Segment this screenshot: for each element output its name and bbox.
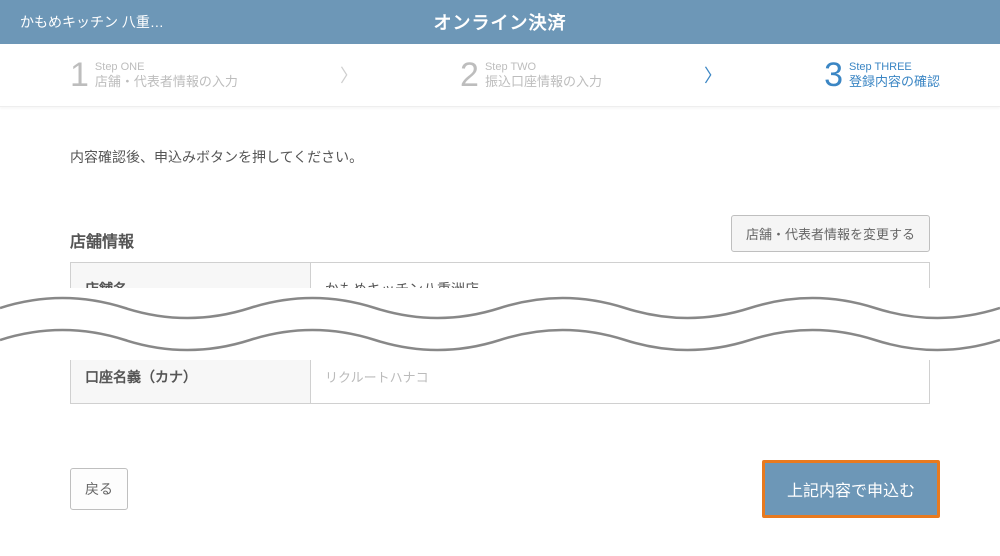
header-title: オンライン決済 [434, 9, 567, 35]
section-store-title: 店舗情報 [70, 228, 134, 252]
chevron-right-icon: 〉 [704, 62, 722, 88]
step-2-small: Step TWO [485, 61, 602, 74]
step-3: 3 Step THREE 登録内容の確認 [824, 58, 940, 92]
instruction-text: 内容確認後、申込みボタンを押してください。 [70, 147, 930, 167]
step-2-label: 振込口座情報の入力 [485, 74, 602, 90]
edit-store-info-button[interactable]: 店舗・代表者情報を変更する [731, 215, 930, 252]
step-3-label: 登録内容の確認 [849, 74, 940, 90]
chevron-right-icon: 〉 [340, 62, 358, 88]
step-1-label: 店舗・代表者情報の入力 [95, 74, 238, 90]
step-3-small: Step THREE [849, 61, 940, 74]
step-2: 2 Step TWO 振込口座情報の入力 [460, 58, 602, 92]
back-button[interactable]: 戻る [70, 468, 128, 510]
step-3-number: 3 [824, 58, 843, 92]
truncation-indicator [0, 288, 1000, 360]
header-shop-name: かもめキッチン 八重… [20, 12, 164, 32]
submit-button[interactable]: 上記内容で申込む [762, 460, 940, 518]
step-1: 1 Step ONE 店舗・代表者情報の入力 [70, 58, 238, 92]
step-1-small: Step ONE [95, 61, 238, 74]
step-1-number: 1 [70, 58, 89, 92]
step-bar: 1 Step ONE 店舗・代表者情報の入力 〉 2 Step TWO 振込口座… [0, 44, 1000, 107]
app-header: かもめキッチン 八重… オンライン決済 [0, 0, 1000, 44]
step-2-number: 2 [460, 58, 479, 92]
